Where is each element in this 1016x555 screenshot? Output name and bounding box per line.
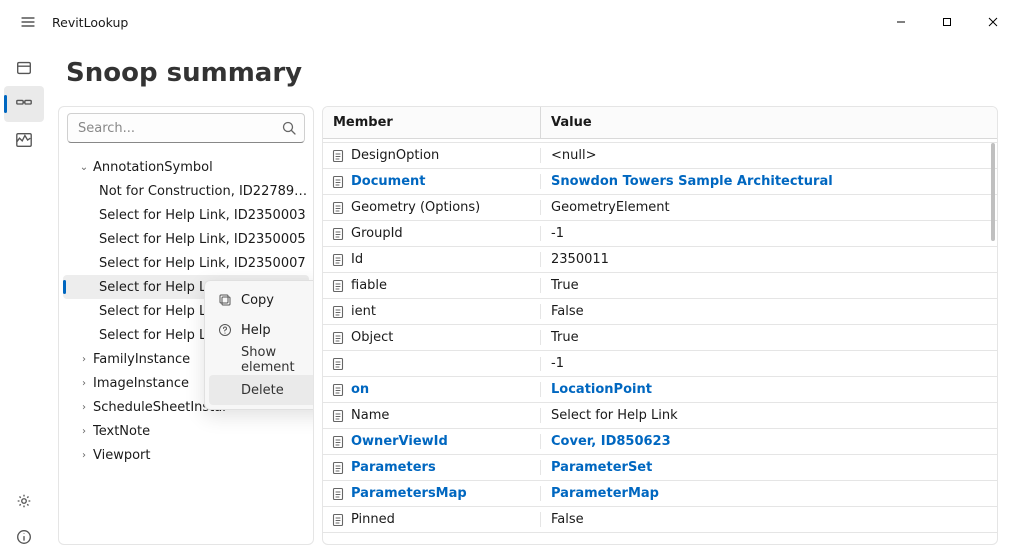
property-icon	[331, 409, 345, 423]
page-title: Snoop summary	[58, 44, 998, 106]
value-cell: ParameterSet	[541, 460, 997, 475]
chevron-down-icon: ⌄	[77, 162, 91, 173]
tree-leaf[interactable]: Select for Help Link, ID2350003	[63, 203, 309, 227]
value-cell: -1	[541, 356, 997, 371]
about-button[interactable]	[4, 519, 44, 555]
value-cell: False	[541, 512, 997, 527]
scrollbar-thumb[interactable]	[991, 143, 995, 241]
value-cell: True	[541, 330, 997, 345]
chevron-right-icon: ›	[77, 378, 91, 389]
column-header-member[interactable]: Member	[323, 107, 541, 138]
table-row[interactable]: DesignOption <null>	[323, 143, 997, 169]
context-menu-delete[interactable]: Delete Delete	[209, 375, 314, 405]
copy-icon	[217, 293, 233, 307]
property-icon	[331, 383, 345, 397]
column-header-value[interactable]: Value	[541, 107, 997, 138]
chevron-right-icon: ›	[77, 450, 91, 461]
value-cell: ParameterMap	[541, 486, 997, 501]
chevron-right-icon: ›	[77, 402, 91, 413]
value-cell: LocationPoint	[541, 382, 997, 397]
table-row[interactable]: GroupId -1	[323, 221, 997, 247]
member-cell: OwnerViewId	[351, 434, 448, 449]
search-icon	[281, 120, 297, 136]
value-cell: Select for Help Link	[541, 408, 997, 423]
nav-rail	[0, 44, 48, 555]
chevron-right-icon: ›	[77, 426, 91, 437]
titlebar: RevitLookup	[0, 0, 1016, 44]
member-cell: Id	[351, 252, 363, 267]
member-cell: DesignOption	[351, 148, 439, 163]
maximize-button[interactable]	[924, 6, 970, 38]
property-icon	[331, 227, 345, 241]
member-cell: Geometry (Options)	[351, 200, 480, 215]
value-cell: -1	[541, 226, 997, 241]
tree-leaf[interactable]: Select for Help Link, ID2350007	[63, 251, 309, 275]
property-icon	[331, 175, 345, 189]
value-cell: 2350011	[541, 252, 997, 267]
property-icon	[331, 357, 345, 371]
settings-button[interactable]	[4, 483, 44, 519]
property-icon	[331, 435, 345, 449]
property-icon	[331, 279, 345, 293]
tree-leaf[interactable]: Select for Help Link, ID2350005	[63, 227, 309, 251]
table-row[interactable]: Document Snowdon Towers Sample Architectu…	[323, 169, 997, 195]
property-icon	[331, 201, 345, 215]
table-row[interactable]: fiable True	[323, 273, 997, 299]
member-cell: Parameters	[351, 460, 436, 475]
member-cell: fiable	[351, 278, 387, 293]
value-cell: Cover, ID850623	[541, 434, 997, 449]
app-title: RevitLookup	[52, 15, 128, 30]
nav-item-dashboard[interactable]	[4, 50, 44, 86]
value-cell: GeometryElement	[541, 200, 997, 215]
context-menu-show-element[interactable]: Show element Alt+F7	[209, 345, 314, 375]
table-row[interactable]: -1	[323, 351, 997, 377]
tree-leaf[interactable]: Not for Construction, ID2278980	[63, 179, 309, 203]
property-icon	[331, 149, 345, 163]
nav-item-snoop[interactable]	[4, 86, 44, 122]
search-input[interactable]	[67, 113, 305, 143]
member-cell: Document	[351, 174, 426, 189]
member-cell: ient	[351, 304, 376, 319]
context-menu-copy[interactable]: Copy Ctrl+C	[209, 285, 314, 315]
property-icon	[331, 253, 345, 267]
member-cell: ParametersMap	[351, 486, 467, 501]
table-row[interactable]: ParametersMap ParameterMap	[323, 481, 997, 507]
table-row[interactable]: Id 2350011	[323, 247, 997, 273]
member-cell: on	[351, 382, 369, 397]
property-icon	[331, 513, 345, 527]
member-cell: GroupId	[351, 226, 403, 241]
table-row[interactable]: Geometry (Options) GeometryElement	[323, 195, 997, 221]
table-row[interactable]: on LocationPoint	[323, 377, 997, 403]
value-cell: True	[541, 278, 997, 293]
context-menu: Copy Ctrl+C Help F1 Show element Alt+F7	[204, 280, 314, 410]
context-menu-help[interactable]: Help F1	[209, 315, 314, 345]
tree-node[interactable]: ›Viewport	[63, 443, 309, 467]
help-icon	[217, 323, 233, 337]
table-row[interactable]: ient False	[323, 299, 997, 325]
nav-item-events[interactable]	[4, 122, 44, 158]
value-cell: Snowdon Towers Sample Architectural	[541, 174, 997, 189]
menu-button[interactable]	[12, 6, 44, 38]
table-row[interactable]: Pinned False	[323, 507, 997, 533]
property-icon	[331, 305, 345, 319]
tree-panel: ⌄ AnnotationSymbol Not for Construction,…	[58, 106, 314, 545]
property-icon	[331, 487, 345, 501]
close-button[interactable]	[970, 6, 1016, 38]
table-row[interactable]: Name Select for Help Link	[323, 403, 997, 429]
chevron-right-icon: ›	[77, 354, 91, 365]
value-cell: <null>	[541, 148, 997, 163]
table-row[interactable]: Parameters ParameterSet	[323, 455, 997, 481]
table-row[interactable]: OwnerViewId Cover, ID850623	[323, 429, 997, 455]
member-cell: Object	[351, 330, 393, 345]
details-table: Member Value DesignOption <null> Document S…	[322, 106, 998, 545]
table-row[interactable]: Object True	[323, 325, 997, 351]
member-cell: Pinned	[351, 512, 395, 527]
value-cell: False	[541, 304, 997, 319]
property-icon	[331, 331, 345, 345]
member-cell: Name	[351, 408, 389, 423]
property-icon	[331, 461, 345, 475]
minimize-button[interactable]	[878, 6, 924, 38]
tree-node-annotationsymbol[interactable]: ⌄ AnnotationSymbol	[63, 155, 309, 179]
tree-node[interactable]: ›TextNote	[63, 419, 309, 443]
